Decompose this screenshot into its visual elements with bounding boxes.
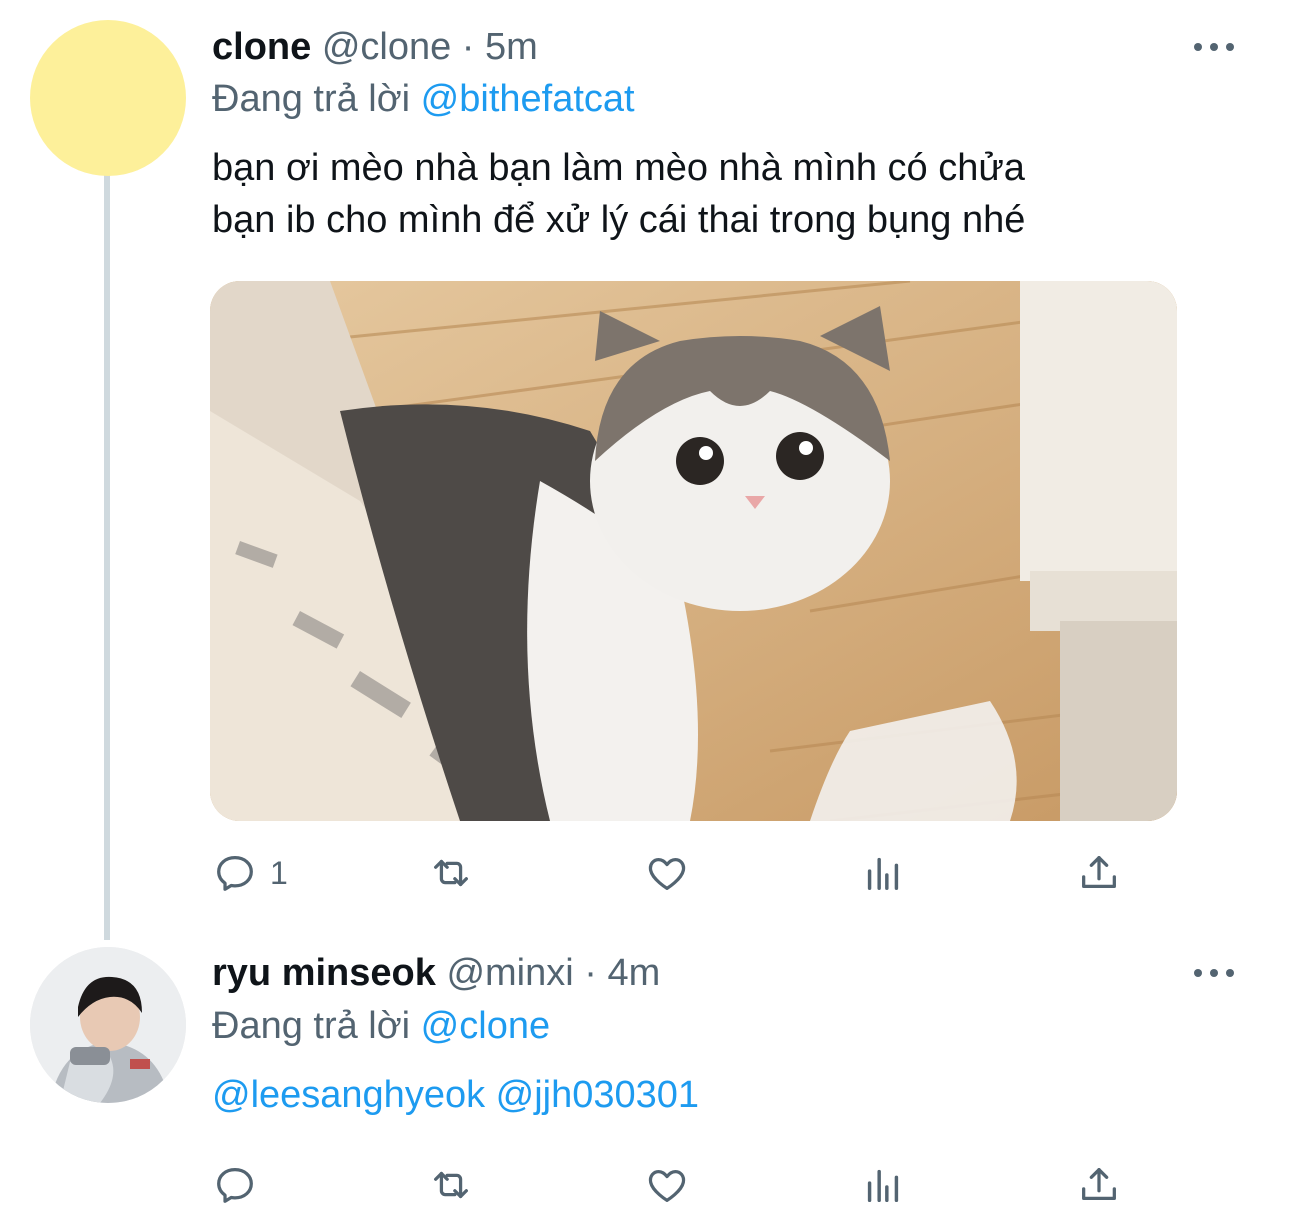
tweet-header: ryu minseok @minxi · 4m	[212, 950, 660, 996]
thread-line	[104, 170, 110, 940]
retweet-button[interactable]	[428, 848, 474, 898]
retweet-icon	[434, 859, 468, 887]
tweet-time: 4m	[607, 952, 661, 994]
avatar-clone[interactable]	[30, 20, 186, 176]
like-button[interactable]	[644, 1160, 690, 1210]
author-handle: @minxi · 4m	[446, 952, 661, 994]
author-name[interactable]: clone	[212, 26, 311, 68]
cat-photo-image	[210, 281, 1177, 821]
like-icon	[648, 857, 686, 890]
tweet-actions	[212, 1160, 1132, 1210]
share-icon	[1082, 1168, 1116, 1201]
reply-count: 1	[270, 854, 288, 891]
mention-link[interactable]: @bithefatcat	[421, 78, 635, 120]
profile-photo-image	[30, 947, 186, 1103]
more-icon[interactable]	[1194, 41, 1234, 53]
retweet-icon	[434, 1171, 468, 1199]
share-button[interactable]	[1076, 1160, 1122, 1210]
tweet-text: @leesanghyeok @jjh030301	[212, 1070, 1212, 1120]
reply-icon	[217, 856, 253, 891]
analytics-icon	[867, 1169, 899, 1203]
tweet-actions: 1	[212, 848, 1132, 898]
author-name[interactable]: ryu minseok	[212, 952, 436, 994]
author-handle: @clone · 5m	[321, 26, 538, 68]
replying-to: Đang trả lời @clone	[212, 1005, 551, 1047]
mention-link[interactable]: @leesanghyeok	[212, 1074, 485, 1116]
share-icon	[1082, 856, 1116, 889]
more-icon[interactable]	[1194, 967, 1234, 979]
tweet-time: 5m	[485, 26, 538, 68]
reply-icon	[217, 1168, 253, 1203]
tweet-text: bạn ơi mèo nhà bạn làm mèo nhà mình có c…	[212, 147, 1026, 241]
reply-button[interactable]: 1	[212, 848, 288, 898]
like-button[interactable]	[644, 848, 690, 898]
mention-link[interactable]: @jjh030301	[496, 1074, 699, 1116]
replying-to: Đang trả lời @bithefatcat	[212, 78, 635, 120]
tweet-photo[interactable]	[210, 281, 1177, 821]
retweet-button[interactable]	[428, 1160, 474, 1210]
analytics-button[interactable]	[860, 848, 906, 898]
reply-button[interactable]	[212, 1160, 258, 1210]
mention-link[interactable]: @clone	[421, 1005, 550, 1047]
avatar-ryu-minseok[interactable]	[30, 947, 186, 1103]
analytics-button[interactable]	[860, 1160, 906, 1210]
share-button[interactable]	[1076, 848, 1122, 898]
tweet-header: clone @clone · 5m	[212, 24, 538, 70]
like-icon	[648, 1169, 686, 1202]
analytics-icon	[867, 857, 899, 891]
